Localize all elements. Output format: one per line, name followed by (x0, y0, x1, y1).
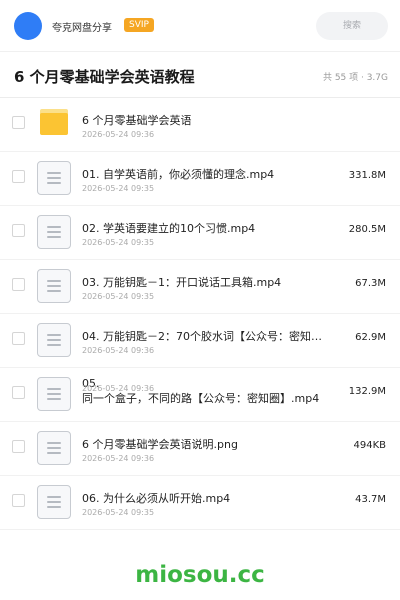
list-item[interactable]: 06. 为什么必须从听开始.mp4 2026-05-24 09:35 43.7M (0, 476, 400, 530)
folder-header: 6 个月零基础学会英语教程 共 55 项 · 3.7G (0, 52, 400, 98)
list-item[interactable]: 6 个月零基础学会英语 2026-05-24 09:36 (0, 98, 400, 152)
folder-icon (40, 109, 68, 135)
svip-badge: SVIP (124, 18, 154, 32)
watermark: miosou.cc (135, 562, 265, 588)
item-date: 2026-05-24 09:35 (82, 238, 155, 247)
avatar[interactable] (14, 12, 42, 40)
item-name: 01. 自学英语前，你必须懂的理念.mp4 (82, 168, 275, 181)
item-name: 6 个月零基础学会英语说明.png (82, 438, 238, 451)
top-bar: 夸克网盘分享 SVIP 搜索 (0, 0, 400, 52)
item-name: 6 个月零基础学会英语 (82, 114, 192, 127)
item-name: 03. 万能钥匙－1：开口说话工具箱.mp4 (82, 276, 282, 289)
item-size: 62.9M (355, 332, 386, 343)
item-name: 04. 万能钥匙－2：70个胶水词【公众号：密知圈】.mp4 (82, 330, 332, 343)
search-input[interactable]: 搜索 (316, 12, 388, 40)
list-item[interactable]: 05. 同一个盒子，不同的路【公众号：密知圈】.mp4 2026-05-24 0… (0, 368, 400, 422)
page-title: 6 个月零基础学会英语教程 (14, 68, 195, 86)
list-item[interactable]: 03. 万能钥匙－1：开口说话工具箱.mp4 2026-05-24 09:35 … (0, 260, 400, 314)
select-checkbox[interactable] (12, 224, 25, 237)
share-name: 夸克网盘分享 (52, 23, 112, 34)
file-icon (37, 161, 71, 195)
folder-meta: 共 55 项 · 3.7G (322, 73, 388, 83)
select-checkbox[interactable] (12, 116, 25, 129)
item-size: 280.5M (348, 224, 386, 235)
item-date: 2026-05-24 09:35 (82, 292, 155, 301)
item-date: 2026-05-24 09:36 (82, 454, 155, 463)
item-date: 2026-05-24 09:35 (82, 184, 155, 193)
file-list: 6 个月零基础学会英语 2026-05-24 09:36 01. 自学英语前，你… (0, 98, 400, 530)
item-date: 2026-05-24 09:36 (82, 130, 155, 139)
select-checkbox[interactable] (12, 332, 25, 345)
select-checkbox[interactable] (12, 386, 25, 399)
item-size: 132.9M (348, 386, 386, 397)
item-date: 2026-05-24 09:35 (82, 508, 155, 517)
list-item[interactable]: 01. 自学英语前，你必须懂的理念.mp4 2026-05-24 09:35 3… (0, 152, 400, 206)
file-icon (37, 323, 71, 357)
file-icon (37, 269, 71, 303)
item-size: 494KB (353, 440, 386, 451)
file-icon (37, 215, 71, 249)
item-name: 06. 为什么必须从听开始.mp4 (82, 492, 231, 505)
file-icon (37, 377, 71, 411)
select-checkbox[interactable] (12, 494, 25, 507)
item-size: 43.7M (355, 494, 386, 505)
select-checkbox[interactable] (12, 278, 25, 291)
item-date: 2026-05-24 09:36 (82, 384, 155, 393)
file-icon (37, 431, 71, 465)
file-icon (37, 485, 71, 519)
list-item[interactable]: 02. 学英语要建立的10个习惯.mp4 2026-05-24 09:35 28… (0, 206, 400, 260)
list-item[interactable]: 6 个月零基础学会英语说明.png 2026-05-24 09:36 494KB (0, 422, 400, 476)
item-size: 331.8M (348, 170, 386, 181)
select-checkbox[interactable] (12, 170, 25, 183)
item-name: 02. 学英语要建立的10个习惯.mp4 (82, 222, 256, 235)
list-item[interactable]: 04. 万能钥匙－2：70个胶水词【公众号：密知圈】.mp4 2026-05-2… (0, 314, 400, 368)
select-checkbox[interactable] (12, 440, 25, 453)
item-size: 67.3M (355, 278, 386, 289)
item-date: 2026-05-24 09:36 (82, 346, 155, 355)
